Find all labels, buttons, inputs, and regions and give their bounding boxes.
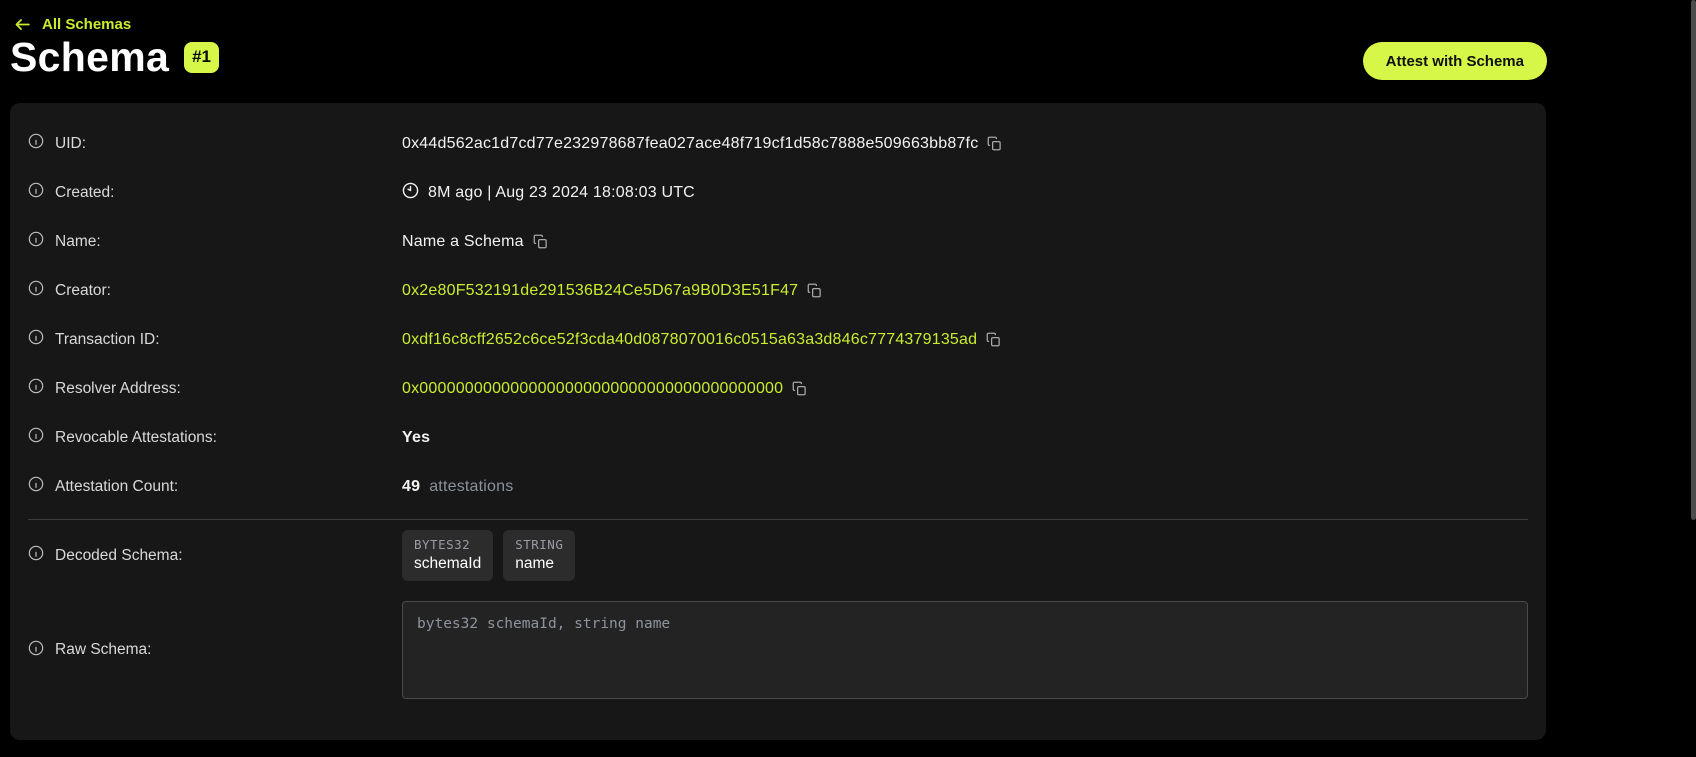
scrollbar-thumb[interactable]	[1691, 0, 1696, 520]
row-resolver-address-label-cell: Resolver Address:	[28, 378, 402, 399]
row-created-value-cell: 8M ago | Aug 23 2024 18:08:03 UTC	[402, 182, 695, 204]
field-name: name	[515, 555, 563, 573]
copy-icon[interactable]	[986, 332, 1001, 347]
row-raw-schema: Raw Schema: bytes32 schemaId, string nam…	[28, 601, 1528, 699]
info-icon[interactable]	[28, 231, 44, 252]
row-decoded-schema: Decoded Schema: BYTES32 schemaId STRING …	[28, 530, 1528, 581]
info-icon[interactable]	[28, 133, 44, 154]
copy-icon[interactable]	[987, 136, 1002, 151]
row-creator-label-cell: Creator:	[28, 280, 402, 301]
schema-number-badge: #1	[184, 42, 219, 72]
row-label: Creator:	[55, 282, 111, 300]
schema-field-chip: BYTES32 schemaId	[402, 530, 493, 581]
page-title: Schema	[10, 34, 169, 81]
info-icon[interactable]	[28, 329, 44, 350]
row-name: Name: Name a Schema	[28, 217, 1528, 266]
attestations-link[interactable]: attestations	[429, 478, 513, 496]
title-row: Schema #1	[10, 34, 219, 81]
decoded-schema-chips: BYTES32 schemaId STRING name	[402, 530, 575, 581]
row-label: Created:	[55, 184, 114, 202]
row-creator-value-cell: 0x2e80F532191de291536B24Ce5D67a9B0D3E51F…	[402, 282, 822, 300]
revocable-value: Yes	[402, 429, 430, 447]
row-label: Transaction ID:	[55, 331, 160, 349]
row-revocable-label-cell: Revocable Attestations:	[28, 427, 402, 448]
creator-address-link[interactable]: 0x2e80F532191de291536B24Ce5D67a9B0D3E51F…	[402, 282, 798, 300]
row-revocable-attestations: Revocable Attestations: Yes	[28, 413, 1528, 462]
row-name-label-cell: Name:	[28, 231, 402, 252]
row-label: Decoded Schema:	[55, 547, 183, 565]
info-icon[interactable]	[28, 280, 44, 301]
row-created: Created: 8M ago | Aug 23 2024 18:08:03 U…	[28, 168, 1528, 217]
row-resolver-address-value-cell: 0x00000000000000000000000000000000000000…	[402, 380, 807, 398]
row-uid: UID: 0x44d562ac1d7cd77e232978687fea027ac…	[28, 119, 1528, 168]
attest-with-schema-button[interactable]: Attest with Schema	[1363, 42, 1547, 80]
divider	[28, 519, 1528, 520]
row-transaction-id-value-cell: 0xdf16c8cff2652c6ce52f3cda40d0878070016c…	[402, 331, 1001, 349]
back-to-all-schemas-link[interactable]: All Schemas	[14, 16, 131, 33]
info-icon[interactable]	[28, 476, 44, 497]
field-name: schemaId	[414, 555, 481, 573]
field-type: STRING	[515, 537, 563, 552]
created-value: 8M ago | Aug 23 2024 18:08:03 UTC	[428, 184, 695, 202]
row-creator: Creator: 0x2e80F532191de291536B24Ce5D67a…	[28, 266, 1528, 315]
transaction-id-link[interactable]: 0xdf16c8cff2652c6ce52f3cda40d0878070016c…	[402, 331, 977, 349]
row-label: Raw Schema:	[55, 641, 151, 659]
row-decoded-schema-label-cell: Decoded Schema:	[28, 545, 402, 566]
info-icon[interactable]	[28, 427, 44, 448]
schema-detail-page: All Schemas Schema #1 Attest with Schema…	[0, 0, 1696, 757]
row-uid-label-cell: UID:	[28, 133, 402, 154]
back-link-label: All Schemas	[42, 16, 131, 33]
copy-icon[interactable]	[792, 381, 807, 396]
info-icon[interactable]	[28, 640, 44, 661]
copy-icon[interactable]	[533, 234, 548, 249]
row-label: Name:	[55, 233, 101, 251]
row-label: Resolver Address:	[55, 380, 181, 398]
resolver-address-link[interactable]: 0x00000000000000000000000000000000000000…	[402, 380, 783, 398]
row-attestation-count: Attestation Count: 49 attestations	[28, 462, 1528, 511]
row-uid-value-cell: 0x44d562ac1d7cd77e232978687fea027ace48f7…	[402, 135, 1002, 153]
row-transaction-id-label-cell: Transaction ID:	[28, 329, 402, 350]
row-name-value-cell: Name a Schema	[402, 233, 548, 251]
back-arrow-icon	[14, 16, 31, 33]
raw-schema-textarea[interactable]: bytes32 schemaId, string name	[402, 601, 1528, 699]
attestation-count-value: 49	[402, 478, 420, 496]
info-icon[interactable]	[28, 182, 44, 203]
row-attestation-count-label-cell: Attestation Count:	[28, 476, 402, 497]
row-raw-schema-label-cell: Raw Schema:	[28, 640, 402, 661]
row-label: UID:	[55, 135, 86, 153]
schema-field-chip: STRING name	[503, 530, 575, 581]
row-resolver-address: Resolver Address: 0x00000000000000000000…	[28, 364, 1528, 413]
row-transaction-id: Transaction ID: 0xdf16c8cff2652c6ce52f3c…	[28, 315, 1528, 364]
schema-detail-panel: UID: 0x44d562ac1d7cd77e232978687fea027ac…	[10, 103, 1546, 740]
uid-value: 0x44d562ac1d7cd77e232978687fea027ace48f7…	[402, 135, 978, 153]
field-type: BYTES32	[414, 537, 481, 552]
clock-icon	[402, 182, 419, 204]
row-attestation-count-value-cell: 49 attestations	[402, 478, 513, 496]
schema-name-value: Name a Schema	[402, 233, 524, 251]
info-icon[interactable]	[28, 378, 44, 399]
copy-icon[interactable]	[807, 283, 822, 298]
info-icon[interactable]	[28, 545, 44, 566]
row-label: Revocable Attestations:	[55, 429, 217, 447]
row-revocable-value-cell: Yes	[402, 429, 430, 447]
row-label: Attestation Count:	[55, 478, 178, 496]
row-created-label-cell: Created:	[28, 182, 402, 203]
